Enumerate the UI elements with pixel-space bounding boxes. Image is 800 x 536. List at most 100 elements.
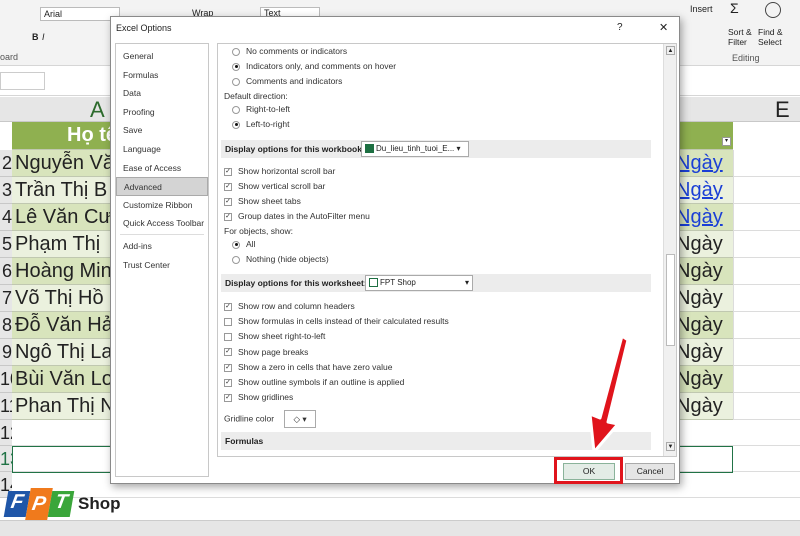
empty-cell[interactable] bbox=[733, 285, 800, 312]
help-button[interactable]: ? bbox=[617, 22, 623, 33]
worksheet-option-checkbox[interactable]: ✓ Show gridlines bbox=[224, 392, 293, 402]
checkbox-icon[interactable]: ✓ bbox=[224, 393, 232, 402]
workbook-option-checkbox[interactable]: ✓ Show sheet tabs bbox=[224, 196, 301, 206]
radio-icon[interactable] bbox=[232, 77, 240, 86]
name-cell[interactable]: Phan Thị N bbox=[12, 393, 112, 420]
comment-option[interactable]: Comments and indicators bbox=[232, 76, 342, 86]
name-cell[interactable]: Hoàng Min bbox=[12, 258, 112, 285]
name-cell[interactable]: Bùi Văn Lo bbox=[12, 366, 112, 393]
sort-filter-button[interactable]: Sort & Filter bbox=[728, 27, 758, 47]
row-header[interactable]: 13 bbox=[0, 446, 12, 472]
nav-item-save[interactable]: Save bbox=[116, 121, 208, 140]
empty-cell[interactable] bbox=[733, 258, 800, 285]
nav-item-quick-access-toolbar[interactable]: Quick Access Toolbar bbox=[116, 214, 208, 233]
date-cell[interactable]: Ngày bbox=[676, 258, 733, 285]
checkbox-icon[interactable]: ✓ bbox=[224, 348, 232, 357]
empty-cell[interactable] bbox=[733, 393, 800, 420]
radio-icon[interactable] bbox=[232, 105, 240, 114]
row-header[interactable]: 10 bbox=[0, 366, 12, 393]
name-cell[interactable]: Lê Văn Cư bbox=[12, 204, 112, 231]
workbook-option-checkbox[interactable]: ✓ Group dates in the AutoFilter menu bbox=[224, 211, 370, 221]
checkbox-icon[interactable]: ✓ bbox=[224, 302, 232, 311]
find-select-button[interactable]: Find & Select bbox=[758, 27, 790, 47]
nav-item-trust-center[interactable]: Trust Center bbox=[116, 256, 208, 275]
empty-cell[interactable] bbox=[733, 312, 800, 339]
date-cell[interactable]: Ngày bbox=[676, 285, 733, 312]
scroll-up-icon[interactable]: ▲ bbox=[666, 46, 675, 55]
objects-option[interactable]: Nothing (hide objects) bbox=[232, 254, 329, 264]
date-cell[interactable]: Ngày bbox=[676, 177, 733, 204]
name-cell[interactable]: Võ Thị Hồ bbox=[12, 285, 112, 312]
comment-option[interactable]: No comments or indicators bbox=[232, 46, 347, 56]
checkbox-icon[interactable]: ✓ bbox=[224, 363, 232, 372]
column-a-header[interactable]: A bbox=[90, 97, 105, 123]
checkbox-icon[interactable]: ✓ bbox=[224, 182, 232, 191]
radio-icon[interactable] bbox=[232, 240, 240, 249]
empty-cell[interactable] bbox=[733, 339, 800, 366]
row-header[interactable]: 12 bbox=[0, 420, 12, 446]
row-header[interactable]: 11 bbox=[0, 393, 12, 420]
radio-icon[interactable] bbox=[232, 62, 240, 71]
insert-button[interactable]: Insert bbox=[690, 4, 713, 14]
date-cell[interactable]: Ngày bbox=[676, 366, 733, 393]
direction-option[interactable]: Left-to-right bbox=[232, 119, 289, 129]
name-cell[interactable]: Đỗ Văn Hả bbox=[12, 312, 112, 339]
date-cell[interactable]: Ngày bbox=[676, 339, 733, 366]
row-header[interactable]: 7 bbox=[0, 285, 12, 312]
name-cell[interactable]: Trần Thị B bbox=[12, 177, 112, 204]
row-header[interactable]: 8 bbox=[0, 312, 12, 339]
empty-cell[interactable] bbox=[733, 366, 800, 393]
vertical-scrollbar[interactable]: ▲ ▼ bbox=[663, 44, 676, 456]
worksheet-select[interactable]: FPT Shop ▾ bbox=[365, 275, 473, 291]
scrollbar-thumb[interactable] bbox=[666, 254, 675, 346]
nav-item-general[interactable]: General bbox=[116, 47, 208, 66]
worksheet-option-checkbox[interactable]: Show formulas in cells instead of their … bbox=[224, 316, 449, 326]
objects-option[interactable]: All bbox=[232, 239, 255, 249]
nav-item-advanced[interactable]: Advanced bbox=[116, 177, 208, 197]
date-cell[interactable]: Ngày bbox=[676, 204, 733, 231]
row-header[interactable]: 6 bbox=[0, 258, 12, 285]
radio-icon[interactable] bbox=[232, 47, 240, 56]
worksheet-option-checkbox[interactable]: Show sheet right-to-left bbox=[224, 331, 325, 341]
worksheet-option-checkbox[interactable]: ✓ Show page breaks bbox=[224, 347, 308, 357]
nav-item-customize-ribbon[interactable]: Customize Ribbon bbox=[116, 196, 208, 215]
checkbox-icon[interactable] bbox=[224, 333, 232, 342]
column-e-header[interactable]: E bbox=[775, 97, 790, 123]
date-cell[interactable]: Ngày bbox=[676, 312, 733, 339]
close-icon[interactable]: ✕ bbox=[659, 21, 668, 34]
worksheet-option-checkbox[interactable]: ✓ Show row and column headers bbox=[224, 301, 355, 311]
date-cell[interactable]: Ngày bbox=[676, 150, 733, 177]
row-header[interactable]: 2 bbox=[0, 150, 12, 177]
checkbox-icon[interactable]: ✓ bbox=[224, 212, 232, 221]
comment-option[interactable]: Indicators only, and comments on hover bbox=[232, 61, 396, 71]
empty-cell[interactable] bbox=[733, 204, 800, 231]
empty-cell[interactable] bbox=[733, 231, 800, 258]
row-header[interactable]: 5 bbox=[0, 231, 12, 258]
checkbox-icon[interactable]: ✓ bbox=[224, 197, 232, 206]
italic-button[interactable]: I bbox=[42, 32, 45, 42]
filter-dropdown-icon[interactable]: ▾ bbox=[722, 137, 731, 146]
name-cell[interactable]: Ngô Thị La bbox=[12, 339, 112, 366]
workbook-option-checkbox[interactable]: ✓ Show vertical scroll bar bbox=[224, 181, 325, 191]
gridline-color-picker[interactable]: ◇ ▾ bbox=[284, 410, 317, 428]
nav-item-add-ins[interactable]: Add-ins bbox=[116, 237, 208, 256]
font-name-select[interactable]: Arial bbox=[40, 7, 120, 21]
row-header[interactable]: 9 bbox=[0, 339, 12, 366]
empty-cell[interactable] bbox=[733, 177, 800, 204]
workbook-select[interactable]: Du_lieu_tinh_tuoi_E... ▾ bbox=[361, 141, 469, 157]
date-cell[interactable]: Ngày bbox=[676, 393, 733, 420]
checkbox-icon[interactable] bbox=[224, 317, 232, 326]
workbook-option-checkbox[interactable]: ✓ Show horizontal scroll bar bbox=[224, 166, 335, 176]
checkbox-icon[interactable]: ✓ bbox=[224, 167, 232, 176]
radio-icon[interactable] bbox=[232, 255, 240, 264]
nav-item-ease-of-access[interactable]: Ease of Access bbox=[116, 159, 208, 178]
bold-button[interactable]: B bbox=[32, 32, 39, 42]
worksheet-option-checkbox[interactable]: ✓ Show a zero in cells that have zero val… bbox=[224, 362, 393, 372]
direction-option[interactable]: Right-to-left bbox=[232, 104, 290, 114]
radio-icon[interactable] bbox=[232, 120, 240, 129]
header-cell-d[interactable]: ▾ bbox=[676, 122, 733, 150]
nav-item-formulas[interactable]: Formulas bbox=[116, 66, 208, 85]
worksheet-option-checkbox[interactable]: ✓ Show outline symbols if an outline is a… bbox=[224, 377, 404, 387]
checkbox-icon[interactable]: ✓ bbox=[224, 378, 232, 387]
cancel-button[interactable]: Cancel bbox=[625, 463, 675, 480]
